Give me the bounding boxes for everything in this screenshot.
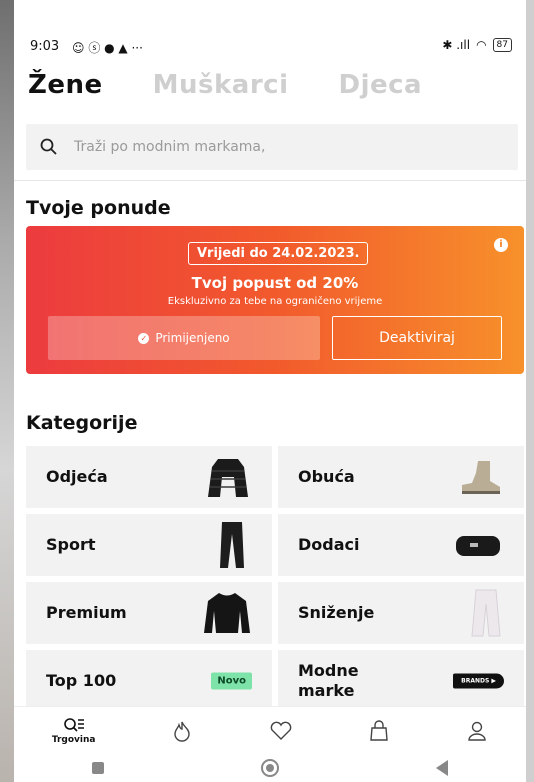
notification-icons: ☺ ⓢ ● ▲ ··· xyxy=(72,41,143,55)
category-snizenje[interactable]: Sniženje xyxy=(278,582,524,644)
bag-icon xyxy=(456,536,500,556)
search-input[interactable]: Traži po modnim markama, xyxy=(26,124,518,170)
shop-search-icon xyxy=(63,718,84,732)
info-icon[interactable]: i xyxy=(494,238,508,252)
tab-muskarci[interactable]: Muškarci xyxy=(153,70,289,100)
battery-indicator: 87 xyxy=(492,38,512,52)
leggings-icon xyxy=(220,522,244,568)
discount-text: Tvoj popust od 20% xyxy=(191,274,359,292)
check-icon: ✓ xyxy=(138,332,150,344)
trousers-icon xyxy=(471,589,501,637)
category-premium[interactable]: Premium xyxy=(26,582,272,644)
phone-screen: 9:03 ☺ ⓢ ● ▲ ··· ✱ .ıll ◠ 87 Žene Muškar… xyxy=(14,0,526,782)
home-button[interactable] xyxy=(260,759,279,777)
boot-icon xyxy=(462,461,500,494)
category-label: Obuća xyxy=(298,467,355,486)
nav-shop[interactable]: Trgovina xyxy=(51,717,96,745)
category-sport[interactable]: Sport xyxy=(26,514,272,576)
brands-tag-icon: BRANDS ▶ xyxy=(453,673,504,689)
category-label: Sport xyxy=(46,535,96,554)
valid-until-badge: Vrijedi do 24.02.2023. xyxy=(188,242,369,265)
category-modne-marke[interactable]: Modne marke BRANDS ▶ xyxy=(278,650,524,712)
category-label: Top 100 xyxy=(46,671,117,690)
divider xyxy=(14,180,526,181)
nav-shop-label: Trgovina xyxy=(51,735,96,745)
tab-zene[interactable]: Žene xyxy=(28,70,103,100)
status-right: ✱ .ıll ◠ 87 xyxy=(442,38,512,52)
gender-tabs: Žene Muškarci Djeca xyxy=(28,70,472,100)
category-dodaci[interactable]: Dodaci xyxy=(278,514,524,576)
categories-title: Kategorije xyxy=(26,412,138,434)
category-label: Premium xyxy=(46,603,127,622)
back-button[interactable] xyxy=(435,760,448,776)
jacket-icon xyxy=(208,459,248,497)
recents-button[interactable] xyxy=(92,762,105,774)
category-label: Odjeća xyxy=(46,467,108,486)
category-grid: Odjeća Obuća Sport Dodaci Premium Snižen… xyxy=(26,446,524,712)
new-badge: Novo xyxy=(211,672,252,690)
profile-icon[interactable] xyxy=(466,720,488,742)
background-right xyxy=(526,0,534,782)
flame-icon[interactable] xyxy=(171,720,193,742)
status-bar: 9:03 ☺ ⓢ ● ▲ ··· ✱ .ıll ◠ 87 xyxy=(14,0,526,58)
deactivate-button[interactable]: Deaktiviraj xyxy=(332,316,502,360)
category-label: Modne marke xyxy=(298,661,359,700)
background-left xyxy=(0,0,14,782)
category-label: Dodaci xyxy=(298,535,360,554)
applied-button[interactable]: ✓ Primijenjeno xyxy=(48,316,320,360)
sweater-icon xyxy=(204,593,250,633)
shopping-bag-icon[interactable] xyxy=(368,720,390,742)
status-time: 9:03 xyxy=(30,39,60,54)
bottom-nav: Trgovina xyxy=(14,706,526,755)
promo-card: Vrijedi do 24.02.2023. i Tvoj popust od … xyxy=(26,226,524,374)
wifi-icon: ◠ xyxy=(476,38,487,52)
category-obuca[interactable]: Obuća xyxy=(278,446,524,508)
category-odjeca[interactable]: Odjeća xyxy=(26,446,272,508)
heart-icon[interactable] xyxy=(269,721,293,741)
category-top100[interactable]: Top 100 Novo xyxy=(26,650,272,712)
applied-label: Primijenjeno xyxy=(155,331,230,345)
search-placeholder: Traži po modnim markama, xyxy=(74,139,266,155)
search-icon xyxy=(40,138,57,155)
system-nav-bar xyxy=(14,754,526,782)
exclusive-text: Ekskluzivno za tebe na ograničeno vrijem… xyxy=(167,296,383,307)
signal-icons: ✱ .ıll xyxy=(442,38,471,52)
tab-djeca[interactable]: Djeca xyxy=(338,70,422,100)
category-label: Sniženje xyxy=(298,603,375,622)
offers-title: Tvoje ponude xyxy=(26,197,171,219)
